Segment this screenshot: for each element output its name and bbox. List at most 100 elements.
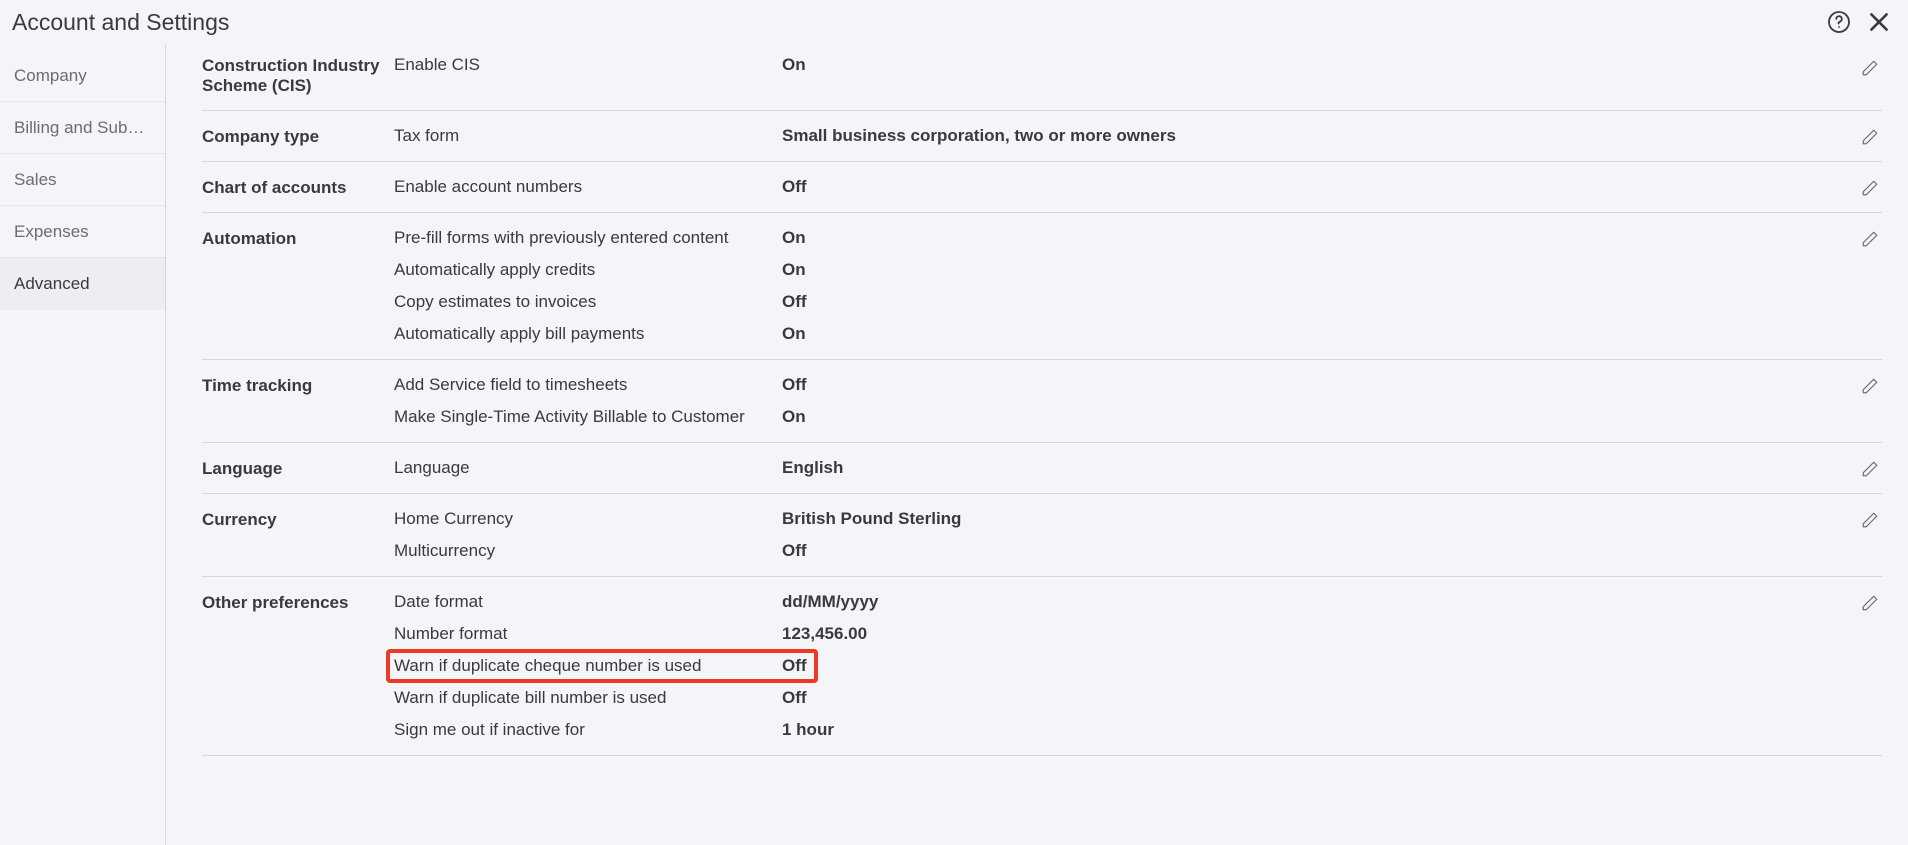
sidebar-item-company[interactable]: Company	[0, 50, 165, 102]
section-rows: Enable account numbersOff	[394, 176, 1882, 198]
edit-button[interactable]	[1858, 374, 1882, 398]
section-rows: Pre-fill forms with previously entered c…	[394, 227, 1882, 345]
setting-value: 1 hour	[782, 720, 834, 740]
setting-row: Enable account numbersOff	[394, 176, 1882, 198]
setting-label: Home Currency	[394, 509, 782, 529]
setting-label: Language	[394, 458, 782, 478]
setting-value: On	[782, 407, 806, 427]
setting-row: Warn if duplicate bill number is usedOff	[394, 687, 1882, 709]
setting-row: Add Service field to timesheetsOff	[394, 374, 1882, 396]
sidebar-item-billing-and-subscripti[interactable]: Billing and Subscripti…	[0, 102, 165, 154]
setting-label: Warn if duplicate bill number is used	[394, 688, 782, 708]
page-title: Account and Settings	[12, 9, 1822, 36]
setting-value: On	[782, 324, 806, 344]
setting-row: Sign me out if inactive for1 hour	[394, 719, 1882, 741]
setting-value: On	[782, 228, 806, 248]
sidebar-item-expenses[interactable]: Expenses	[0, 206, 165, 258]
setting-label: Enable CIS	[394, 55, 782, 75]
section-label: Other preferences	[202, 591, 394, 741]
setting-row: Copy estimates to invoicesOff	[394, 291, 1882, 313]
setting-row: Number format123,456.00	[394, 623, 1882, 645]
section-label: Construction Industry Scheme (CIS)	[202, 54, 394, 96]
setting-value: Off	[782, 177, 807, 197]
sidebar-item-label: Billing and Subscripti…	[14, 118, 151, 138]
section-automation: AutomationPre-fill forms with previously…	[202, 213, 1882, 360]
section-company-type: Company typeTax formSmall business corpo…	[202, 111, 1882, 162]
setting-row: Tax formSmall business corporation, two …	[394, 125, 1882, 147]
setting-value: Off	[782, 656, 807, 676]
section-label: Language	[202, 457, 394, 479]
sidebar-item-label: Company	[14, 66, 87, 86]
setting-label: Date format	[394, 592, 782, 612]
setting-label: Make Single-Time Activity Billable to Cu…	[394, 407, 782, 427]
setting-value: Off	[782, 688, 807, 708]
setting-row: Pre-fill forms with previously entered c…	[394, 227, 1882, 249]
sidebar: Company Billing and Subscripti… Sales Expen…	[0, 44, 166, 845]
setting-value: English	[782, 458, 843, 478]
settings-main: Construction Industry Scheme (CIS)Enable…	[166, 44, 1908, 845]
section-label: Time tracking	[202, 374, 394, 428]
edit-button[interactable]	[1858, 591, 1882, 615]
section-rows: Date formatdd/MM/yyyy Number format123,45…	[394, 591, 1882, 741]
setting-value: On	[782, 55, 806, 75]
section-label: Chart of accounts	[202, 176, 394, 198]
setting-label: Add Service field to timesheets	[394, 375, 782, 395]
setting-value: Small business corporation, two or more …	[782, 126, 1176, 146]
setting-label: Pre-fill forms with previously entered c…	[394, 228, 782, 248]
setting-label: Automatically apply credits	[394, 260, 782, 280]
pencil-icon	[1861, 59, 1879, 77]
setting-label: Enable account numbers	[394, 177, 782, 197]
section-currency: CurrencyHome CurrencyBritish Pound Sterl…	[202, 494, 1882, 577]
edit-button[interactable]	[1858, 176, 1882, 200]
setting-value: Off	[782, 375, 807, 395]
sidebar-item-label: Expenses	[14, 222, 89, 242]
section-rows: Enable CISOn	[394, 54, 1882, 96]
setting-value: 123,456.00	[782, 624, 867, 644]
pencil-icon	[1861, 179, 1879, 197]
pencil-icon	[1861, 460, 1879, 478]
sidebar-item-advanced[interactable]: Advanced	[0, 258, 165, 310]
close-button[interactable]	[1862, 5, 1896, 39]
pencil-icon	[1861, 230, 1879, 248]
setting-row: Warn if duplicate cheque number is usedO…	[394, 655, 1882, 677]
setting-label: Warn if duplicate cheque number is used	[394, 656, 782, 676]
setting-value: British Pound Sterling	[782, 509, 961, 529]
help-button[interactable]	[1822, 5, 1856, 39]
setting-row: LanguageEnglish	[394, 457, 1882, 479]
section-time-tracking: Time trackingAdd Service field to timesh…	[202, 360, 1882, 443]
section-rows: Add Service field to timesheetsOffMake S…	[394, 374, 1882, 428]
setting-value: On	[782, 260, 806, 280]
sidebar-item-sales[interactable]: Sales	[0, 154, 165, 206]
sidebar-item-label: Sales	[14, 170, 57, 190]
edit-button[interactable]	[1858, 457, 1882, 481]
section-chart-of-accounts: Chart of accountsEnable account numbersO…	[202, 162, 1882, 213]
setting-value: dd/MM/yyyy	[782, 592, 878, 612]
pencil-icon	[1861, 511, 1879, 529]
setting-label: Copy estimates to invoices	[394, 292, 782, 312]
setting-label: Automatically apply bill payments	[394, 324, 782, 344]
setting-value: Off	[782, 292, 807, 312]
edit-button[interactable]	[1858, 227, 1882, 251]
edit-button[interactable]	[1858, 508, 1882, 532]
edit-button[interactable]	[1858, 125, 1882, 149]
section-language: LanguageLanguageEnglish	[202, 443, 1882, 494]
setting-label: Sign me out if inactive for	[394, 720, 782, 740]
setting-row: Home CurrencyBritish Pound Sterling	[394, 508, 1882, 530]
setting-value: Off	[782, 541, 807, 561]
setting-row: Make Single-Time Activity Billable to Cu…	[394, 406, 1882, 428]
section-construction-industry-scheme-cis: Construction Industry Scheme (CIS)Enable…	[202, 54, 1882, 111]
setting-label: Multicurrency	[394, 541, 782, 561]
setting-row: Date formatdd/MM/yyyy	[394, 591, 1882, 613]
section-other-preferences: Other preferencesDate formatdd/MM/yyyy Nu…	[202, 577, 1882, 756]
sidebar-item-label: Advanced	[14, 274, 90, 294]
setting-row: Automatically apply creditsOn	[394, 259, 1882, 281]
setting-label: Tax form	[394, 126, 782, 146]
section-rows: Home CurrencyBritish Pound SterlingMulti…	[394, 508, 1882, 562]
setting-row: Automatically apply bill paymentsOn	[394, 323, 1882, 345]
section-label: Currency	[202, 508, 394, 562]
pencil-icon	[1861, 377, 1879, 395]
section-label: Company type	[202, 125, 394, 147]
pencil-icon	[1861, 128, 1879, 146]
edit-button[interactable]	[1858, 56, 1882, 80]
section-label: Automation	[202, 227, 394, 345]
